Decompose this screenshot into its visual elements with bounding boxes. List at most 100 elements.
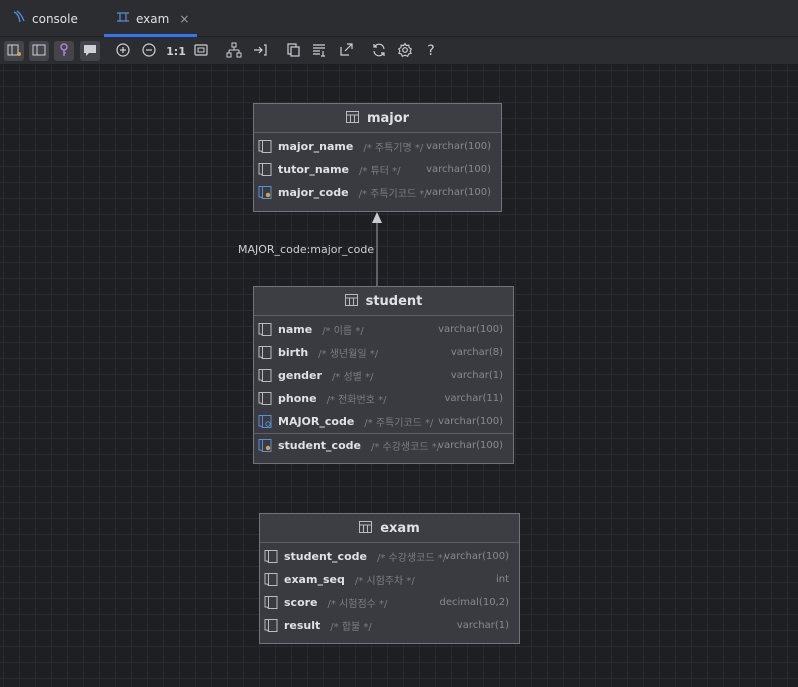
entity-header: exam — [260, 514, 519, 543]
export-image-button[interactable] — [336, 41, 356, 61]
column-type: varchar(100) — [438, 324, 503, 335]
zoom-in-button[interactable] — [113, 41, 133, 61]
tab-console[interactable]: console — [12, 0, 102, 37]
column-name: phone — [278, 392, 317, 405]
entity-header: student — [254, 287, 513, 316]
foreign-key-column-icon — [258, 415, 272, 428]
column-name: birth — [278, 346, 309, 359]
diagram-canvas[interactable]: MAJOR_code:major_code major major_name /*… — [0, 65, 798, 687]
column-comment: /* 수강생코드 */ — [370, 441, 441, 453]
refresh-icon — [371, 42, 387, 61]
column-type: decimal(10,2) — [439, 597, 510, 608]
layout-button[interactable] — [224, 41, 244, 61]
tab-label: console — [32, 11, 78, 26]
column-name: student_code — [284, 550, 367, 563]
panel-icon — [31, 42, 47, 61]
column-icon — [264, 596, 278, 609]
show-keys-button[interactable] — [54, 41, 74, 61]
columns-toggle-icon — [6, 42, 22, 61]
export-icon — [338, 42, 354, 61]
zoom-out-button[interactable] — [139, 41, 159, 61]
tab-exam[interactable]: exam × — [104, 0, 197, 37]
column-icon — [258, 323, 272, 336]
column-icon — [258, 369, 272, 382]
column-name: MAJOR_code — [278, 415, 355, 428]
zoom-in-icon — [115, 42, 131, 61]
column-row[interactable]: birth /* 생년월일 */ varchar(8) — [254, 341, 513, 364]
diagram-icon — [116, 11, 130, 26]
column-name: name — [278, 323, 313, 336]
column-name: exam_seq — [284, 573, 345, 586]
column-comment: /* 이름 */ — [322, 326, 364, 337]
column-row[interactable]: MAJOR_code /* 주특기코드 */ varchar(100) — [254, 410, 513, 433]
table-icon — [345, 110, 359, 126]
column-row[interactable]: result /* 합불 */ varchar(1) — [260, 614, 519, 637]
show-columns-button[interactable] — [4, 41, 24, 61]
column-icon — [264, 550, 278, 563]
gear-icon — [397, 41, 413, 61]
column-row[interactable]: student_code /* 수강생코드 */varchar(100) — [254, 433, 513, 456]
column-comment: /* 주특기코드 */ — [364, 418, 434, 429]
column-comment: /* 주특기코드 */ — [358, 189, 428, 200]
tab-label: exam — [136, 11, 170, 26]
column-icon — [258, 140, 272, 153]
column-type: varchar(100) — [444, 551, 509, 562]
column-comment: /* 시험점수 */ — [327, 599, 388, 610]
table-icon — [344, 293, 358, 309]
column-list: major_name/* 주특기명 */varchar(100) tutor_na… — [254, 135, 501, 204]
column-name: gender — [278, 369, 322, 382]
column-comment: /* 튜터 */ — [359, 166, 401, 177]
arrow-into-icon — [252, 42, 268, 61]
entity-title: major — [366, 110, 410, 126]
copy-button[interactable] — [283, 41, 303, 61]
column-type: varchar(1) — [450, 370, 503, 381]
column-type: varchar(1) — [456, 620, 509, 631]
comment-icon — [82, 42, 98, 61]
close-icon[interactable]: × — [179, 12, 189, 26]
column-row[interactable]: student_code /* 수강생코드 */varchar(100) — [260, 545, 519, 568]
column-type: int — [495, 574, 509, 585]
entity-exam[interactable]: exam student_code /* 수강생코드 */varchar(100)… — [259, 513, 520, 644]
column-row[interactable]: score /* 시험점수 */ decimal(10,2) — [260, 591, 519, 614]
help-icon: ? — [427, 43, 435, 59]
copy-icon — [285, 42, 301, 61]
entity-major[interactable]: major major_name/* 주특기명 */varchar(100) tu… — [253, 103, 502, 212]
column-row[interactable]: name /* 이름 */ varchar(100) — [254, 318, 513, 341]
column-comment: /* 생년월일 */ — [318, 349, 379, 360]
settings-button[interactable] — [395, 41, 415, 61]
refresh-button[interactable] — [369, 41, 389, 61]
column-comment: /* 합불 */ — [330, 622, 372, 633]
entity-student[interactable]: student name /* 이름 */ varchar(100) birth /* … — [253, 286, 514, 464]
column-type: varchar(100) — [426, 141, 491, 152]
column-comment: /* 주특기명 */ — [363, 143, 424, 154]
fit-content-button[interactable] — [191, 41, 211, 61]
primary-key-column-icon — [258, 438, 272, 452]
column-type: varchar(11) — [444, 393, 503, 404]
entity-title: exam — [380, 520, 420, 536]
column-row[interactable]: major_name /* 주특기명 */varchar(100) — [254, 135, 501, 158]
column-comment: /* 성별 */ — [331, 372, 374, 383]
column-row[interactable]: phone /* 전화번호 */ varchar(11) — [254, 387, 513, 410]
show-comments-button[interactable] — [80, 41, 100, 61]
column-type: varchar(100) — [438, 439, 503, 451]
column-row[interactable]: gender /* 성별 */ varchar(1) — [254, 364, 513, 387]
column-row[interactable]: exam_seq /* 시험주차 */ int — [260, 568, 519, 591]
column-type: varchar(100) — [426, 187, 491, 198]
entity-header: major — [254, 104, 501, 133]
export-text-button[interactable] — [309, 41, 329, 61]
actual-size-label: 1:1 — [166, 44, 186, 58]
hierarchy-icon — [226, 42, 242, 61]
column-name: major_name — [278, 140, 354, 153]
help-button[interactable]: ? — [421, 41, 441, 61]
diagram-toolbar: 1:1 ? — [0, 37, 798, 65]
show-panel-button[interactable] — [29, 41, 49, 61]
key-icon — [56, 42, 72, 61]
column-row[interactable]: major_code /* 주특기코드 */varchar(100) — [254, 181, 501, 204]
column-name: major_code — [278, 186, 349, 199]
apply-layout-button[interactable] — [250, 41, 270, 61]
actual-size-button[interactable]: 1:1 — [164, 41, 188, 61]
column-name: student_code — [278, 438, 361, 452]
column-row[interactable]: tutor_name /* 튜터 */ varchar(100) — [254, 158, 501, 181]
database-console-icon — [12, 10, 26, 27]
table-icon — [359, 520, 373, 536]
